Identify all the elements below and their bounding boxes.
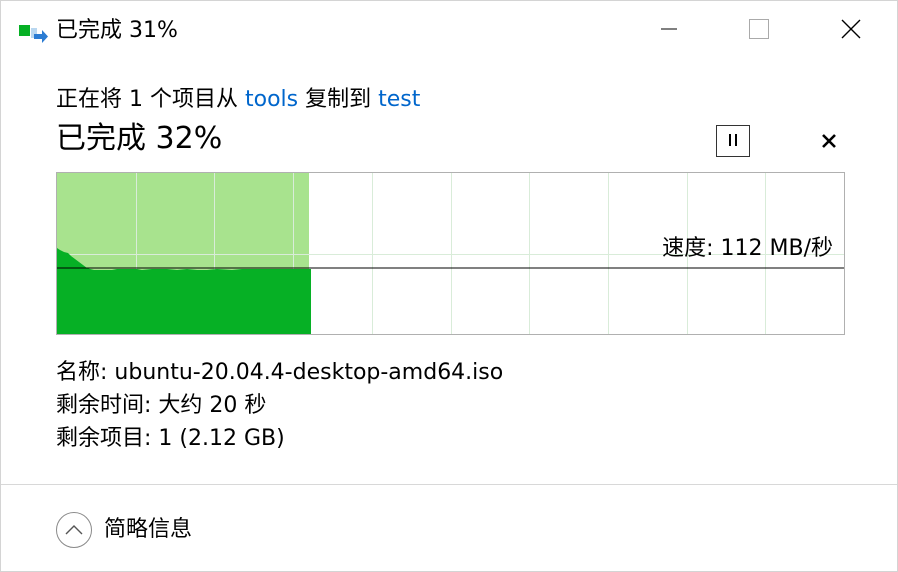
source-folder-link[interactable]: tools: [245, 87, 298, 112]
copy-progress-window: 已完成 31% 正在将 1 个项目从 tools 复制到 test 已完成 32…: [0, 0, 898, 572]
minimize-icon: [661, 21, 677, 41]
maximize-button[interactable]: [713, 1, 805, 61]
transfer-details: 名称: ubuntu-20.04.4-desktop-amd64.iso 剩余时…: [56, 356, 503, 455]
title-bar[interactable]: 已完成 31%: [1, 1, 897, 61]
window-title: 已完成 31%: [56, 18, 178, 43]
description-prefix: 正在将 1 个项目从: [56, 87, 245, 112]
description-middle: 复制到: [298, 87, 379, 112]
pause-icon: [727, 132, 739, 151]
items-remaining-row: 剩余项目: 1 (2.12 GB): [56, 422, 503, 455]
destination-folder-link[interactable]: test: [378, 87, 420, 112]
time-remaining-label: 剩余时间:: [56, 393, 159, 418]
cancel-button[interactable]: [813, 127, 845, 159]
fewer-details-label: 简略信息: [104, 517, 193, 542]
time-remaining-row: 剩余时间: 大约 20 秒: [56, 389, 503, 422]
minimize-button[interactable]: [623, 1, 715, 61]
copy-description: 正在将 1 个项目从 tools 复制到 test: [56, 85, 420, 115]
pause-button[interactable]: [716, 125, 750, 157]
window-close-button[interactable]: [805, 1, 897, 61]
speed-label: 速度: 112 MB/秒: [662, 236, 833, 261]
progress-percent-heading: 已完成 32%: [56, 121, 223, 156]
copy-file-icon: [19, 23, 49, 45]
file-name-value: ubuntu-20.04.4-desktop-amd64.iso: [114, 360, 504, 385]
chevron-up-icon: [56, 512, 92, 548]
cancel-icon: [821, 133, 837, 153]
time-remaining-value: 大约 20 秒: [158, 393, 267, 418]
items-remaining-label: 剩余项目:: [56, 426, 159, 451]
close-icon: [841, 19, 861, 43]
file-name-label: 名称:: [56, 360, 115, 385]
footer-divider: [1, 484, 897, 485]
fewer-details-button[interactable]: 简略信息: [56, 510, 192, 550]
file-name-row: 名称: ubuntu-20.04.4-desktop-amd64.iso: [56, 356, 503, 389]
maximize-icon: [749, 19, 769, 43]
items-remaining-value: 1 (2.12 GB): [158, 426, 285, 451]
transfer-speed-graph: 速度: 112 MB/秒: [56, 172, 845, 335]
